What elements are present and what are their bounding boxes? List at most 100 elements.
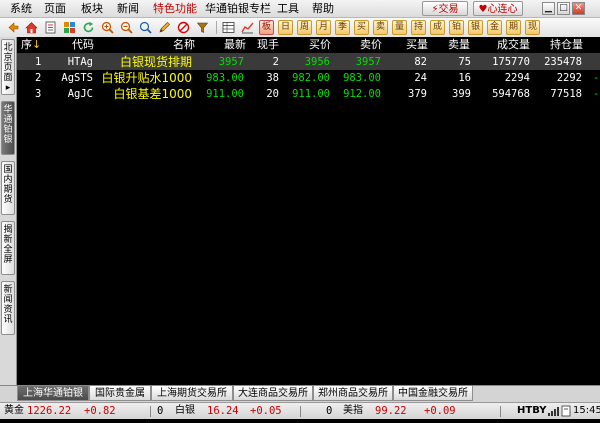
menu-features[interactable]: 特色功能 xyxy=(153,0,197,17)
row-open-interest: 2292 xyxy=(556,72,582,84)
grid-icon xyxy=(64,22,75,33)
tab-dce[interactable]: 大连商品交易所 xyxy=(233,386,313,401)
minimize-button[interactable]: ▁ xyxy=(542,2,555,15)
table-row[interactable]: 3 AgJC 白银基差1000 911.00 20 911.00 912.00 … xyxy=(17,86,600,102)
trade-button[interactable]: ⚡交易 xyxy=(422,1,468,16)
side-tab-huatong-silver[interactable]: 华 通 铂 银 xyxy=(1,101,15,155)
maximize-icon: □ xyxy=(559,3,568,13)
menu-bar: 系统 页面 板块 新闻 特色功能 华通铂银专栏 工具 帮助 ⚡交易 ♥心连心 ▁… xyxy=(0,0,600,18)
zoom-in-button[interactable] xyxy=(100,20,115,35)
deal-char: 成 xyxy=(430,20,445,35)
gold-label: 黄金 xyxy=(4,405,24,416)
gold-button[interactable]: 金 xyxy=(487,20,502,35)
filter-icon xyxy=(196,22,209,33)
usd-index-price: 99.22 xyxy=(375,405,407,417)
table-header: 序↓ 代码 名称 最新 现手 买价 卖价 买量 卖量 成交量 持仓量 xyxy=(17,37,600,54)
home-button[interactable] xyxy=(24,20,39,35)
side-tab-beijing-page[interactable]: 北 京 页 面 ▸ xyxy=(1,39,15,95)
zoom-out-icon xyxy=(120,21,133,34)
col-ask-volume-header[interactable]: 卖量 xyxy=(448,37,470,53)
home-icon xyxy=(25,22,38,34)
back-button[interactable] xyxy=(6,20,21,35)
close-button[interactable]: ✕ xyxy=(572,2,585,15)
status-separator xyxy=(500,406,501,417)
spot-char: 现 xyxy=(525,20,540,35)
silver-change: +0.05 xyxy=(250,405,282,417)
spot-button[interactable]: 现 xyxy=(525,20,540,35)
draw-button[interactable] xyxy=(157,20,172,35)
side-tab-fullscreen[interactable]: 揭 新 全 屏 xyxy=(1,221,15,275)
chart-view-button[interactable] xyxy=(240,20,255,35)
board-button[interactable]: 板 xyxy=(259,20,274,35)
menu-news[interactable]: 新闻 xyxy=(117,0,139,17)
tab-huatong-silver[interactable]: 上海华通铂银 xyxy=(17,386,89,401)
menu-sector[interactable]: 板块 xyxy=(81,0,103,17)
deal-button[interactable]: 成 xyxy=(430,20,445,35)
document-button[interactable] xyxy=(43,20,58,35)
col-volume-now-header[interactable]: 现手 xyxy=(257,37,279,53)
refresh-button[interactable] xyxy=(81,20,96,35)
table-row[interactable]: 1 HTAg 白银现货排期 3957 2 3956 3957 82 75 175… xyxy=(17,54,600,70)
zoom-in-icon xyxy=(101,21,114,34)
silver-label: 白银 xyxy=(175,405,195,416)
gold-price: 1226.22 xyxy=(27,405,72,417)
sell-button[interactable]: 卖 xyxy=(373,20,388,35)
menu-huatong-column[interactable]: 华通铂银专栏 xyxy=(205,0,271,17)
quarterly-char: 季 xyxy=(335,20,350,35)
silver-button[interactable]: 银 xyxy=(468,20,483,35)
col-turnover-header[interactable]: 成交量 xyxy=(497,37,530,53)
menu-system[interactable]: 系统 xyxy=(10,0,32,17)
quarterly-button[interactable]: 季 xyxy=(335,20,350,35)
tab-czce[interactable]: 郑州商品交易所 xyxy=(313,386,393,401)
tab-cffex[interactable]: 中国金融交易所 xyxy=(393,386,473,401)
signal-icon xyxy=(548,403,560,419)
col-name-header[interactable]: 名称 xyxy=(173,37,195,53)
menu-help[interactable]: 帮助 xyxy=(312,0,334,17)
tab-shfe[interactable]: 上海期货交易所 xyxy=(151,386,233,401)
toolbar: 板 日 周 月 季 买 卖 量 持 成 铂 银 金 期 现 xyxy=(0,18,600,38)
futures-char: 期 xyxy=(506,20,521,35)
cancel-button[interactable] xyxy=(176,20,191,35)
buy-button[interactable]: 买 xyxy=(354,20,369,35)
position-button[interactable]: 持 xyxy=(411,20,426,35)
col-seq-header[interactable]: 序↓ xyxy=(21,37,41,53)
filter-button[interactable] xyxy=(195,20,210,35)
table-view-button[interactable] xyxy=(221,20,236,35)
exchange-tab-bar: 上海华通铂银 国际贵金属 上海期货交易所 大连商品交易所 郑州商品交易所 中国金… xyxy=(0,385,600,402)
toolbar-separator xyxy=(216,21,217,34)
volume-char: 量 xyxy=(392,20,407,35)
monthly-button[interactable]: 月 xyxy=(316,20,331,35)
heart-button[interactable]: ♥心连心 xyxy=(473,1,523,16)
platinum-button[interactable]: 铂 xyxy=(449,20,464,35)
weekly-button[interactable]: 周 xyxy=(297,20,312,35)
volume-button[interactable]: 量 xyxy=(392,20,407,35)
tab-international-metals[interactable]: 国际贵金属 xyxy=(89,386,151,401)
minimize-icon: ▁ xyxy=(545,3,552,13)
col-bid-header[interactable]: 买价 xyxy=(309,37,331,53)
col-bid-volume-header[interactable]: 买量 xyxy=(406,37,428,53)
daily-char: 日 xyxy=(278,20,293,35)
futures-button[interactable]: 期 xyxy=(506,20,521,35)
maximize-button[interactable]: □ xyxy=(557,2,570,15)
menu-page[interactable]: 页面 xyxy=(44,0,66,17)
side-tab-news[interactable]: 新 闻 资 讯 xyxy=(1,281,15,335)
heart-button-label: 心连心 xyxy=(487,4,518,15)
col-open-interest-header[interactable]: 持仓量 xyxy=(550,37,583,53)
side-tab-domestic-futures[interactable]: 国 内 期 货 xyxy=(1,161,15,215)
monthly-char: 月 xyxy=(316,20,331,35)
usd-index-change: +0.09 xyxy=(424,405,456,417)
side-tab-bar: 北 京 页 面 ▸ 华 通 铂 银 国 内 期 货 揭 新 全 屏 新 闻 资 … xyxy=(0,37,17,393)
menu-tools[interactable]: 工具 xyxy=(277,0,299,17)
clock-time: 15:45 xyxy=(573,405,600,416)
daily-button[interactable]: 日 xyxy=(278,20,293,35)
usd-volume-indicator: 0 xyxy=(326,405,333,417)
col-ask-header[interactable]: 卖价 xyxy=(360,37,382,53)
grid-button[interactable] xyxy=(62,20,77,35)
row-edge: - xyxy=(593,88,600,100)
col-code-header[interactable]: 代码 xyxy=(72,37,94,53)
col-latest-header[interactable]: 最新 xyxy=(224,37,246,53)
sort-down-icon: ↓ xyxy=(32,38,42,51)
zoom-out-button[interactable] xyxy=(119,20,134,35)
magnify-button[interactable] xyxy=(138,20,153,35)
table-row[interactable]: 2 AgSTS 白银升贴水1000 983.00 38 982.00 983.0… xyxy=(17,70,600,86)
